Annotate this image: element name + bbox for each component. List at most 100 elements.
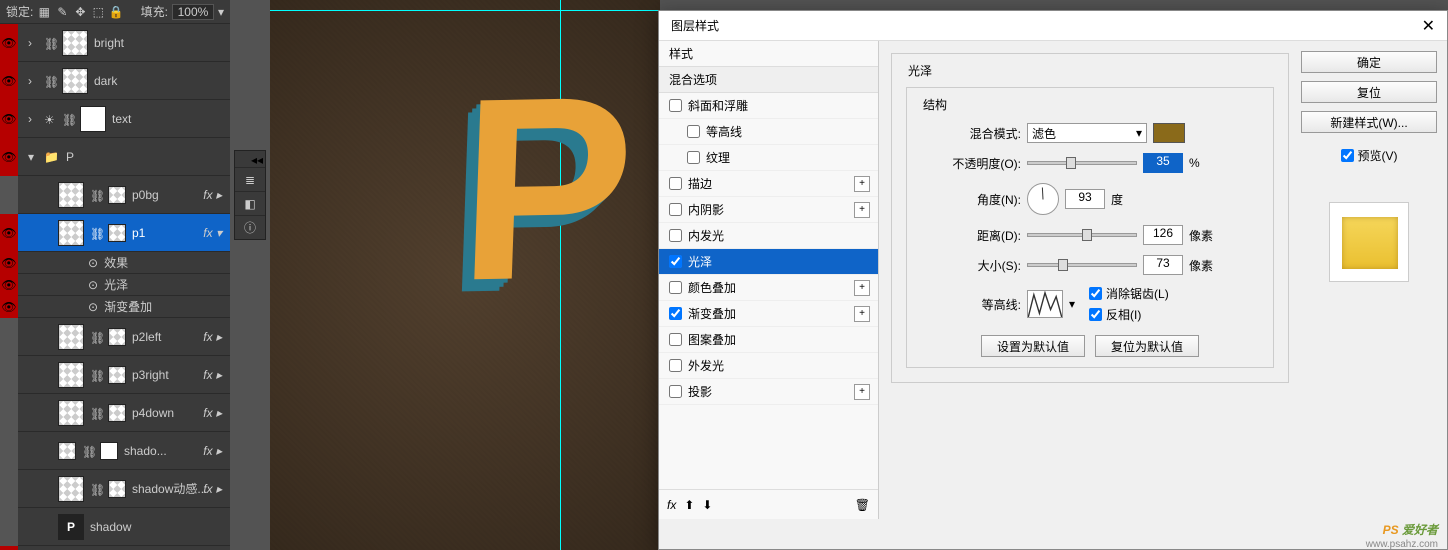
blend-options[interactable]: 混合选项: [659, 67, 878, 93]
arrow-up-icon[interactable]: ⬆: [684, 498, 694, 512]
layer-effect-gradient[interactable]: ⊙渐变叠加: [18, 296, 230, 318]
layer-p1[interactable]: ⛓p1fx ▾: [18, 214, 230, 252]
eye-icon[interactable]: 👁: [0, 252, 18, 274]
style-contour[interactable]: 等高线: [659, 119, 878, 145]
eye-icon[interactable]: [0, 318, 18, 356]
layer-folder-p[interactable]: ▾📁P: [18, 138, 230, 176]
fx-menu-icon[interactable]: fx: [667, 498, 676, 512]
style-drop-shadow[interactable]: 投影+: [659, 379, 878, 405]
style-checkbox[interactable]: [687, 151, 700, 164]
size-input[interactable]: 73: [1143, 255, 1183, 275]
style-checkbox[interactable]: [669, 99, 682, 112]
add-icon[interactable]: +: [854, 384, 870, 400]
add-icon[interactable]: +: [854, 176, 870, 192]
set-default-button[interactable]: 设置为默认值: [981, 335, 1085, 357]
antialias-checkbox[interactable]: 消除锯齿(L): [1089, 285, 1169, 302]
add-icon[interactable]: +: [854, 306, 870, 322]
layer-p3right[interactable]: ⛓p3rightfx ▸: [18, 356, 230, 394]
layer-shadow-motion[interactable]: ⛓shadow动感...fx ▸: [18, 470, 230, 508]
canvas-area[interactable]: P: [270, 0, 660, 550]
contour-dropdown-icon[interactable]: ▾: [1069, 297, 1075, 311]
opacity-input[interactable]: 35: [1143, 153, 1183, 173]
style-gradient-overlay[interactable]: 渐变叠加+: [659, 301, 878, 327]
satin-fieldset: 光泽 结构 混合模式: 滤色▾ 不透明度(O): 35 %: [891, 53, 1289, 383]
style-checkbox[interactable]: [669, 359, 682, 372]
eye-icon[interactable]: [0, 394, 18, 432]
eye-icon[interactable]: [0, 470, 18, 508]
style-stroke[interactable]: 描边+: [659, 171, 878, 197]
arrow-down-icon[interactable]: ⬇: [702, 498, 712, 512]
eye-icon[interactable]: [0, 508, 18, 546]
style-outer-glow[interactable]: 外发光: [659, 353, 878, 379]
style-inner-shadow[interactable]: 内阴影+: [659, 197, 878, 223]
style-checkbox[interactable]: [669, 203, 682, 216]
lock-artboard-icon[interactable]: ⬚: [91, 5, 105, 19]
eye-icon[interactable]: 👁: [0, 296, 18, 318]
preview-checkbox[interactable]: 预览(V): [1301, 147, 1437, 164]
lock-brush-icon[interactable]: ✎: [55, 5, 69, 19]
eye-icon[interactable]: [0, 432, 18, 470]
blend-mode-select[interactable]: 滤色▾: [1027, 123, 1147, 143]
distance-slider[interactable]: [1027, 233, 1137, 237]
ok-button[interactable]: 确定: [1301, 51, 1437, 73]
eye-icon[interactable]: 👁: [0, 274, 18, 296]
layer-effect-satin[interactable]: ⊙光泽: [18, 274, 230, 296]
style-checkbox[interactable]: [669, 385, 682, 398]
layer-p2left[interactable]: ⛓p2leftfx ▸: [18, 318, 230, 356]
lock-move-icon[interactable]: ✥: [73, 5, 87, 19]
layer-p4down[interactable]: ⛓p4downfx ▸: [18, 394, 230, 432]
layer-effects[interactable]: ⊙效果: [18, 252, 230, 274]
style-checkbox[interactable]: [669, 307, 682, 320]
new-style-button[interactable]: 新建样式(W)...: [1301, 111, 1437, 133]
reset-button[interactable]: 复位: [1301, 81, 1437, 103]
style-checkbox[interactable]: [669, 255, 682, 268]
layer-bright[interactable]: ›⛓bright: [18, 24, 230, 62]
styles-header[interactable]: 样式: [659, 41, 878, 67]
angle-control[interactable]: [1027, 183, 1059, 215]
dialog-titlebar[interactable]: 图层样式 ✕: [659, 11, 1447, 41]
eye-icon[interactable]: 👁: [0, 24, 18, 62]
style-checkbox[interactable]: [687, 125, 700, 138]
eye-icon[interactable]: [0, 176, 18, 214]
layer-dark[interactable]: ›⛓dark: [18, 62, 230, 100]
lock-all-icon[interactable]: 🔒: [109, 5, 123, 19]
eye-icon[interactable]: 👁: [0, 138, 18, 176]
add-icon[interactable]: +: [854, 280, 870, 296]
color-swatch[interactable]: [1153, 123, 1185, 143]
contour-picker[interactable]: [1027, 290, 1063, 318]
mini-panel-collapse[interactable]: ◂◂: [235, 151, 265, 167]
style-checkbox[interactable]: [669, 229, 682, 242]
size-slider[interactable]: [1027, 263, 1137, 267]
style-checkbox[interactable]: [669, 177, 682, 190]
style-bevel[interactable]: 斜面和浮雕: [659, 93, 878, 119]
style-checkbox[interactable]: [669, 333, 682, 346]
add-icon[interactable]: +: [854, 202, 870, 218]
style-texture[interactable]: 纹理: [659, 145, 878, 171]
style-checkbox[interactable]: [669, 281, 682, 294]
style-pattern-overlay[interactable]: 图案叠加: [659, 327, 878, 353]
reset-default-button[interactable]: 复位为默认值: [1095, 335, 1199, 357]
fill-dropdown-icon[interactable]: ▾: [218, 5, 224, 19]
layer-p0bg[interactable]: ⛓p0bgfx ▸: [18, 176, 230, 214]
style-color-overlay[interactable]: 颜色叠加+: [659, 275, 878, 301]
fill-value[interactable]: 100%: [172, 4, 214, 20]
history-icon[interactable]: ≣: [235, 167, 265, 191]
layer-shadow1[interactable]: ⛓shado...fx ▸: [18, 432, 230, 470]
style-satin[interactable]: 光泽: [659, 249, 878, 275]
close-icon[interactable]: ✕: [1422, 16, 1435, 36]
opacity-slider[interactable]: [1027, 161, 1137, 165]
eye-icon[interactable]: [0, 356, 18, 394]
angle-input[interactable]: 93: [1065, 189, 1105, 209]
layer-shadow[interactable]: Pshadow: [18, 508, 230, 546]
eye-icon[interactable]: 👁: [0, 100, 18, 138]
eye-icon[interactable]: 👁: [0, 214, 18, 252]
trash-icon[interactable]: 🗑: [855, 498, 870, 512]
invert-checkbox[interactable]: 反相(I): [1089, 306, 1169, 323]
eye-icon[interactable]: 👁: [0, 62, 18, 100]
style-inner-glow[interactable]: 内发光: [659, 223, 878, 249]
info-icon[interactable]: ⓘ: [235, 215, 265, 239]
distance-input[interactable]: 126: [1143, 225, 1183, 245]
properties-icon[interactable]: ◧: [235, 191, 265, 215]
lock-transparency-icon[interactable]: ▦: [37, 5, 51, 19]
layer-text[interactable]: ›☀⛓text: [18, 100, 230, 138]
